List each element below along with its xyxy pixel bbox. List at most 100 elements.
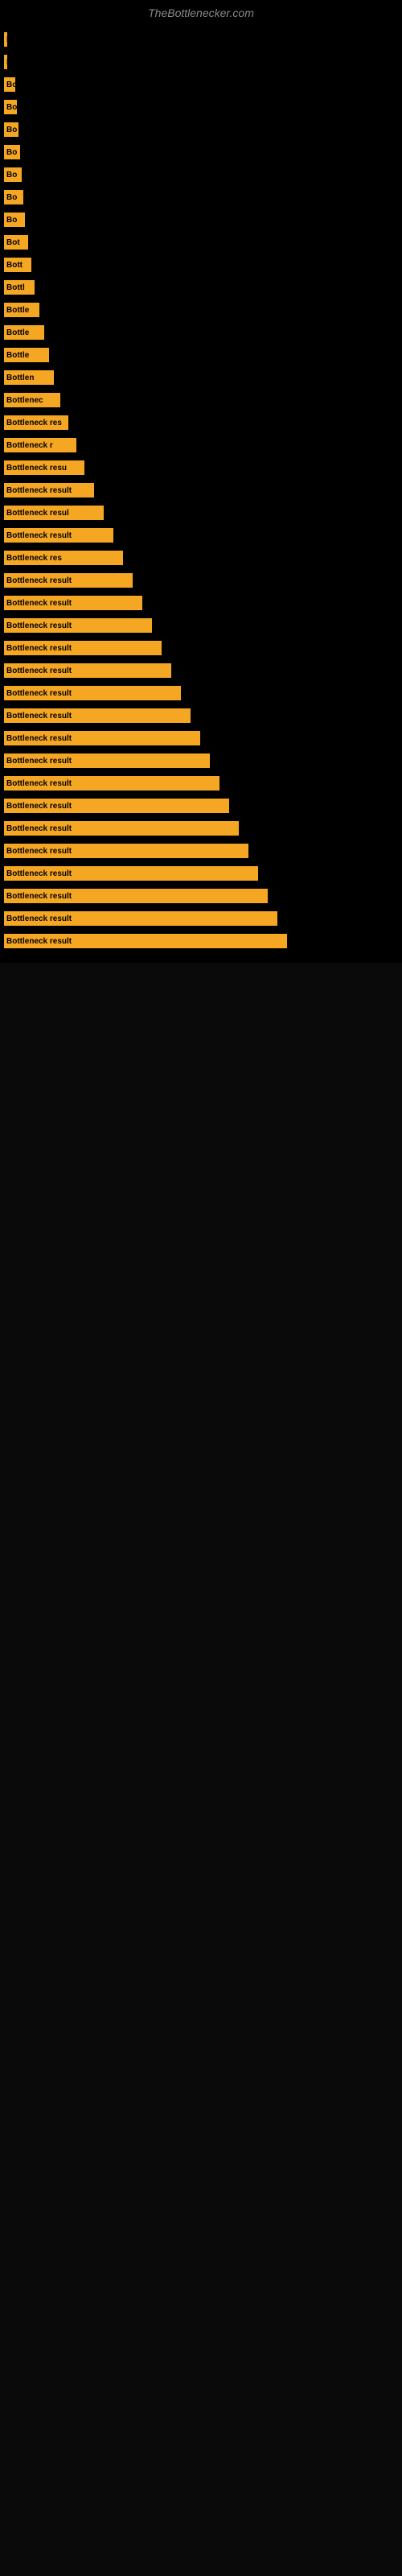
bar-7: Bo [4,190,23,204]
bar-label-13: Bottle [6,328,29,337]
bar-39: Bottleneck result [4,911,277,926]
bar-32: Bottleneck result [4,753,210,768]
bar-row: Bot [4,233,402,251]
bar-row: Bottleneck result [4,842,402,860]
bar-row: Bottlenec [4,391,402,409]
bar-label-33: Bottleneck result [6,779,72,788]
bar-row: Bo [4,121,402,138]
bar-row: Bottleneck result [4,819,402,837]
bar-22: Bottleneck result [4,528,113,543]
bar-label-4: Bo [6,126,17,134]
bar-label-19: Bottleneck resu [6,464,67,473]
bar-label-39: Bottleneck result [6,914,72,923]
bar-33: Bottleneck result [4,776,219,791]
bar-15: Bottlen [4,370,54,385]
bar-label-27: Bottleneck result [6,644,72,653]
bar-label-1: B [6,58,7,67]
bar-row: Bottle [4,301,402,319]
bar-row: Bottleneck result [4,481,402,499]
bar-3: Bo [4,100,17,114]
bar-4: Bo [4,122,18,137]
bar-row: Bottleneck resul [4,504,402,522]
bar-11: Bottl [4,280,35,295]
bar-row: Bo [4,211,402,229]
bar-row: Bottleneck result [4,774,402,792]
bar-38: Bottleneck result [4,889,268,903]
bar-row: Bo [4,166,402,184]
bar-label-12: Bottle [6,306,29,315]
bar-label-5: Bo [6,148,17,157]
bar-label-20: Bottleneck result [6,486,72,495]
bar-row: Bottleneck result [4,729,402,747]
bar-row: Bottleneck resu [4,459,402,477]
bar-21: Bottleneck resul [4,506,104,520]
bar-34: Bottleneck result [4,799,229,813]
bar-19: Bottleneck resu [4,460,84,475]
bar-row: Bottleneck result [4,684,402,702]
bar-2: Bo [4,77,15,92]
bar-35: Bottleneck result [4,821,239,836]
bar-row: Bo [4,188,402,206]
bar-25: Bottleneck result [4,596,142,610]
bar-row: Bottleneck result [4,707,402,724]
bar-label-16: Bottlenec [6,396,43,405]
bar-row: Bottleneck result [4,572,402,589]
bar-10: Bott [4,258,31,272]
bar-row: Bottle [4,346,402,364]
bar-label-6: Bo [6,171,17,180]
bar-37: Bottleneck result [4,866,258,881]
bar-label-34: Bottleneck result [6,802,72,811]
bar-label-10: Bott [6,261,23,270]
bar-row: Bottlen [4,369,402,386]
bar-row: Bottl [4,279,402,296]
bar-label-8: Bo [6,216,17,225]
bar-row: Bottleneck result [4,594,402,612]
bar-label-3: Bo [6,103,17,112]
bar-row: Bott [4,256,402,274]
bar-row: Bottleneck result [4,752,402,770]
site-title: TheBottlenecker.com [0,0,402,23]
bar-row: Bottleneck result [4,865,402,882]
bar-16: Bottlenec [4,393,60,407]
bar-label-40: Bottleneck result [6,937,72,946]
bar-31: Bottleneck result [4,731,200,745]
bar-label-38: Bottleneck result [6,892,72,901]
bar-9: Bot [4,235,28,250]
bar-24: Bottleneck result [4,573,133,588]
bar-label-25: Bottleneck result [6,599,72,608]
bar-row: Bo [4,98,402,116]
bar-label-36: Bottleneck result [6,847,72,856]
bar-row: Bottleneck res [4,549,402,567]
bar-12: Bottle [4,303,39,317]
bars-container: B B Bo Bo Bo Bo Bo Bo Bo Bot Bott Bottl Bottle Bottle… [0,23,402,963]
bar-label-0: B [6,35,7,44]
bar-8: Bo [4,213,25,227]
page-container: TheBottlenecker.com BBBoBoBoBoBoBoBoBotB… [0,0,402,963]
bar-label-17: Bottleneck res [6,419,62,427]
bar-29: Bottleneck result [4,686,181,700]
bar-label-14: Bottle [6,351,29,360]
bar-label-11: Bottl [6,283,25,292]
bar-5: Bo [4,145,20,159]
bar-row: Bottleneck r [4,436,402,454]
bar-label-7: Bo [6,193,17,202]
bar-13: Bottle [4,325,44,340]
bar-0: B [4,32,7,47]
bar-label-9: Bot [6,238,20,247]
bar-label-35: Bottleneck result [6,824,72,833]
bar-row: Bo [4,143,402,161]
bar-20: Bottleneck result [4,483,94,497]
bar-row: Bottleneck res [4,414,402,431]
bar-row: Bottleneck result [4,639,402,657]
bar-row: Bottleneck result [4,932,402,950]
bar-row: Bottleneck result [4,617,402,634]
bar-row: Bo [4,76,402,93]
bar-label-15: Bottlen [6,374,34,382]
bar-17: Bottleneck res [4,415,68,430]
bar-row: Bottleneck result [4,662,402,679]
bar-row: B [4,31,402,48]
bar-label-18: Bottleneck r [6,441,53,450]
bar-label-26: Bottleneck result [6,621,72,630]
bar-1: B [4,55,7,69]
bar-row: Bottleneck result [4,910,402,927]
